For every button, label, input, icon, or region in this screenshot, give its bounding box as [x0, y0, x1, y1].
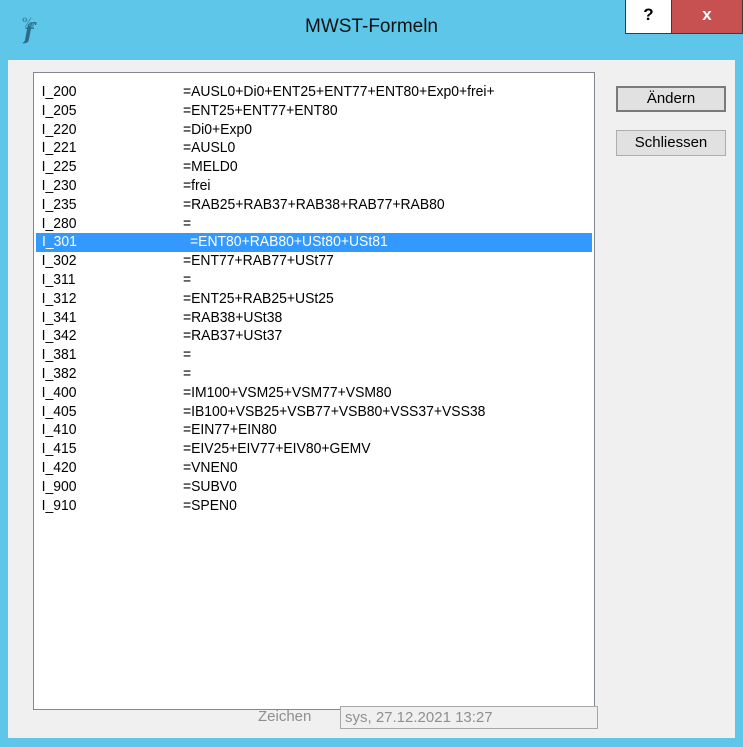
item-formula: =AUSL0: [182, 139, 236, 157]
item-code: I_312: [41, 289, 77, 307]
item-code: I_225: [41, 158, 77, 176]
item-formula: =EIN77+EIN80: [182, 421, 277, 439]
item-formula: =VNEN0: [182, 458, 238, 476]
item-code: I_235: [41, 195, 77, 213]
list-item[interactable]: I_342 =RAB37+USt37: [36, 327, 553, 346]
item-code: I_381: [41, 346, 77, 364]
item-formula: =SUBV0: [182, 477, 237, 495]
zeichen-field: sys, 27.12.2021 13:27: [340, 706, 598, 729]
item-code: I_301: [42, 233, 77, 251]
close-button[interactable]: x: [672, 0, 743, 34]
item-formula: =AUSL0+Di0+ENT25+ENT77+ENT80+Exp0+frei+: [182, 83, 495, 100]
item-formula: =MELD0: [182, 158, 238, 176]
list-item[interactable]: I_381 =: [36, 346, 553, 365]
list-item[interactable]: I_235 =RAB25+RAB37+RAB38+RAB77+RAB80: [36, 196, 553, 215]
item-code: I_405: [41, 402, 77, 420]
list-item[interactable]: I_312 =ENT25+RAB25+USt25: [36, 290, 553, 309]
help-button[interactable]: ?: [625, 0, 672, 34]
item-formula: =RAB38+USt38: [182, 308, 283, 326]
item-code: I_230: [41, 176, 77, 194]
aendern-button[interactable]: Ändern: [616, 86, 726, 112]
item-code: I_341: [41, 308, 77, 326]
item-code: I_311: [41, 270, 76, 288]
list-item[interactable]: I_220 =Di0+Exp0: [36, 121, 553, 140]
item-formula: =EIV25+EIV77+EIV80+GEMV: [182, 440, 371, 458]
item-formula: =ENT77+RAB77+USt77: [182, 252, 334, 270]
item-formula: =: [182, 364, 192, 382]
list-item[interactable]: I_900 =SUBV0: [36, 478, 553, 497]
item-code: I_280: [41, 214, 77, 232]
item-code: I_205: [41, 101, 77, 119]
list-item[interactable]: I_225 =MELD0: [36, 158, 553, 177]
formula-listbox[interactable]: I_200 =AUSL0+Di0+ENT25+ENT77+ENT80+Exp0+f…: [33, 72, 595, 710]
item-code: I_220: [41, 120, 77, 138]
dialog-window: % f MWST-Formeln ? x I_200 =AUSL0+Di0+ENT2…: [0, 0, 743, 747]
zeichen-label: Zeichen: [258, 708, 312, 725]
item-code: I_200: [41, 83, 77, 100]
list-item[interactable]: I_200 =AUSL0+Di0+ENT25+ENT77+ENT80+Exp0+f…: [36, 83, 553, 102]
item-formula: =: [182, 214, 192, 232]
list-item[interactable]: I_405 =IB100+VSB25+VSB77+VSB80+VSS37+VSS3…: [36, 403, 553, 422]
schliessen-button[interactable]: Schliessen: [616, 130, 726, 156]
item-code: I_415: [41, 440, 77, 458]
list-item[interactable]: I_400 =IM100+VSM25+VSM77+VSM80: [36, 384, 553, 403]
list-item[interactable]: I_341 =RAB38+USt38: [36, 309, 553, 328]
item-formula: =: [182, 270, 192, 288]
item-code: I_221: [41, 139, 77, 157]
list-item[interactable]: I_382 =: [36, 365, 553, 384]
list-item[interactable]: I_280 =: [36, 215, 553, 234]
list-item[interactable]: I_420 =VNEN0: [36, 459, 553, 478]
list-item[interactable]: I_205 =ENT25+ENT77+ENT80: [36, 102, 553, 121]
item-formula: =SPEN0: [182, 496, 237, 514]
item-formula: =RAB25+RAB37+RAB38+RAB77+RAB80: [182, 195, 445, 213]
list-item[interactable]: I_311 =: [36, 271, 553, 290]
item-code: I_302: [41, 252, 77, 270]
list-item[interactable]: I_410 =EIN77+EIN80: [36, 421, 553, 440]
list-item[interactable]: I_221 =AUSL0: [36, 139, 553, 158]
item-code: I_900: [41, 477, 77, 495]
item-formula: =ENT25+RAB25+USt25: [182, 289, 334, 307]
item-formula: =ENT25+ENT77+ENT80: [182, 101, 338, 119]
item-code: I_910: [41, 496, 77, 514]
list-item[interactable]: I_301 =ENT80+RAB80+USt80+USt81: [36, 233, 592, 253]
list-item[interactable]: I_415 =EIV25+EIV77+EIV80+GEMV: [36, 440, 553, 459]
item-formula: =IM100+VSM25+VSM77+VSM80: [182, 383, 392, 401]
item-formula: =Di0+Exp0: [182, 120, 252, 138]
item-formula: =RAB37+USt37: [182, 327, 283, 345]
list-item[interactable]: I_302 =ENT77+RAB77+USt77: [36, 252, 553, 271]
item-code: I_410: [41, 421, 77, 439]
formula-list: I_200 =AUSL0+Di0+ENT25+ENT77+ENT80+Exp0+f…: [36, 83, 592, 515]
dialog-client-area: I_200 =AUSL0+Di0+ENT25+ENT77+ENT80+Exp0+f…: [8, 60, 735, 738]
item-code: I_382: [41, 364, 77, 382]
item-code: I_400: [41, 383, 77, 401]
item-code: I_420: [41, 458, 77, 476]
list-item[interactable]: I_230 =frei: [36, 177, 553, 196]
item-formula: =ENT80+RAB80+USt80+USt81: [190, 233, 388, 251]
item-formula: =: [182, 346, 192, 364]
title-bar[interactable]: % f MWST-Formeln ? x: [0, 0, 743, 60]
list-item[interactable]: I_910 =SPEN0: [36, 497, 553, 516]
item-formula: =frei: [182, 176, 211, 194]
item-formula: =IB100+VSB25+VSB77+VSB80+VSS37+VSS38: [182, 402, 486, 420]
item-code: I_342: [41, 327, 77, 345]
